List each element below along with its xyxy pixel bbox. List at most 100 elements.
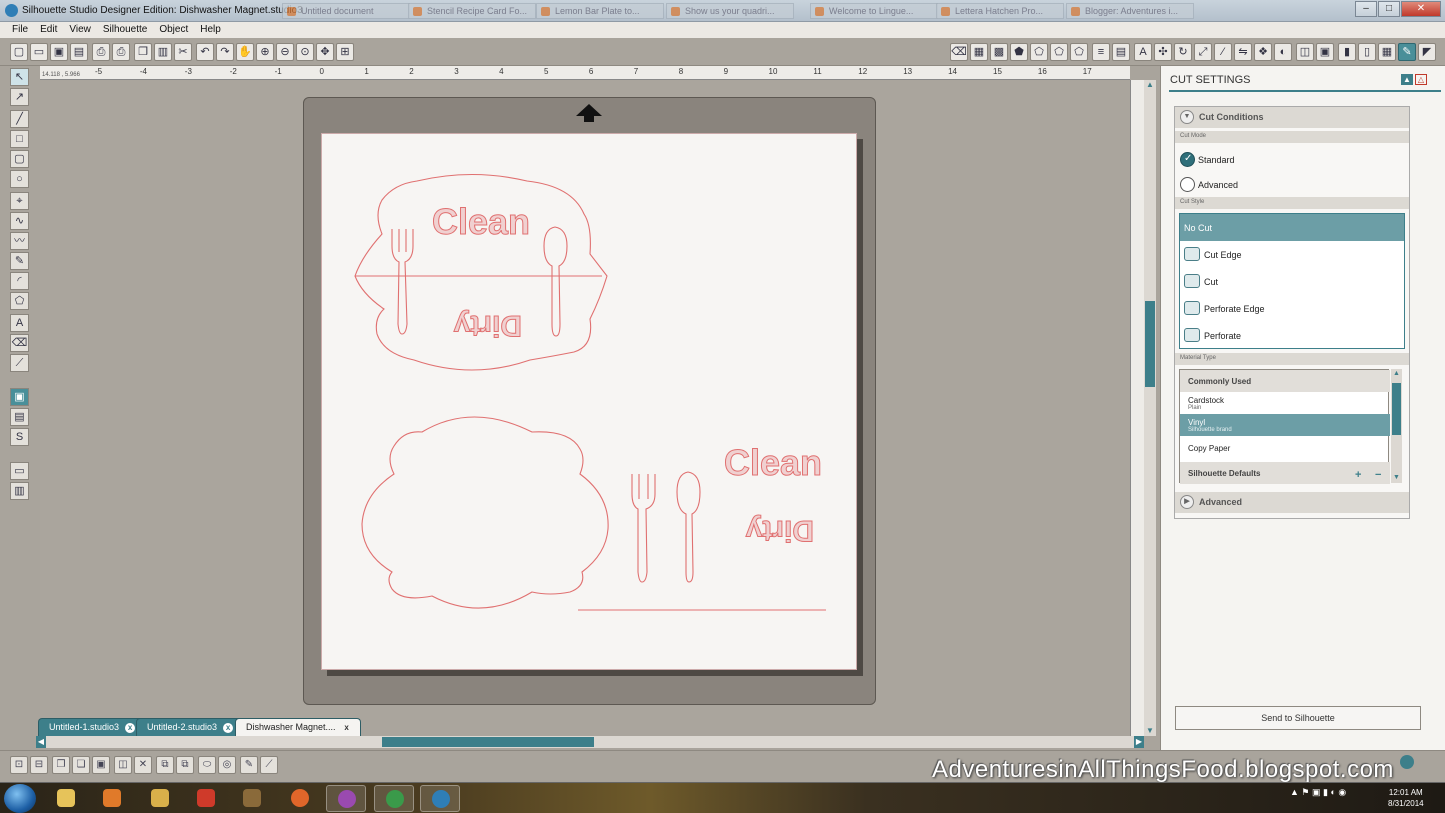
mirror-icon[interactable]: ⇋ <box>1234 43 1252 61</box>
zoom-out-icon[interactable]: ⊖ <box>276 43 294 61</box>
release-compound-icon[interactable]: ◫ <box>114 756 132 774</box>
send-back-icon[interactable]: ⧉ <box>176 756 194 774</box>
fill-color-icon[interactable]: ⬟ <box>1010 43 1028 61</box>
design-grid-icon[interactable]: ▦ <box>1378 43 1396 61</box>
store-taskbar-icon[interactable] <box>186 785 226 812</box>
text-tool-icon[interactable]: A <box>10 314 29 332</box>
advanced-header[interactable]: ▶ Advanced <box>1175 492 1409 513</box>
new-document-icon[interactable]: ▢ <box>10 43 28 61</box>
menu-silhouette[interactable]: Silhouette <box>97 22 153 38</box>
library-book-icon[interactable]: ▤ <box>10 408 29 426</box>
line-style-icon[interactable]: ≡ <box>1092 43 1110 61</box>
vertical-scrollbar[interactable]: ▲ ▼ <box>1144 80 1156 736</box>
polygon-tool-icon[interactable]: ⌖ <box>10 192 29 210</box>
bring-front-icon[interactable]: ⧉ <box>156 756 174 774</box>
eraser-icon[interactable]: ⌫ <box>950 43 968 61</box>
pan-hand-icon[interactable]: ✋ <box>236 43 254 61</box>
text-style-icon[interactable]: A <box>1134 43 1152 61</box>
fit-page-icon[interactable]: ⊞ <box>336 43 354 61</box>
scroll-left-icon[interactable]: ◀ <box>36 736 46 748</box>
knife-bottom-icon[interactable]: ⟋ <box>260 756 278 774</box>
fill-pattern-icon[interactable]: ⬠ <box>1050 43 1068 61</box>
style-cut[interactable]: Cut <box>1180 268 1404 295</box>
windows-start-icon[interactable] <box>4 784 36 813</box>
zoom-in-icon[interactable]: ⊕ <box>256 43 274 61</box>
browser-tab[interactable]: Stencil Recipe Card Fo... <box>408 3 536 19</box>
vertical-scroll-thumb[interactable] <box>1145 301 1155 387</box>
paste-icon[interactable]: ▥ <box>154 43 172 61</box>
save-icon[interactable]: ▣ <box>50 43 68 61</box>
scroll-right-icon[interactable]: ▶ <box>1134 736 1144 748</box>
rounded-rect-tool-icon[interactable]: ▢ <box>10 150 29 168</box>
cut-scissors-icon[interactable]: ✂ <box>174 43 192 61</box>
ellipse-tool-icon[interactable]: ○ <box>10 170 29 188</box>
scale-icon[interactable]: ⤢ <box>1194 43 1212 61</box>
material-vinyl[interactable]: Vinyl Silhouette brand <box>1180 414 1390 436</box>
material-copy-paper[interactable]: Copy Paper <box>1180 440 1390 462</box>
style-perforate[interactable]: Perforate <box>1180 322 1404 349</box>
remove-material-icon[interactable]: − <box>1375 469 1381 481</box>
tab-dishwasher-magnet[interactable]: Dishwasher Magnet.... x <box>235 718 361 736</box>
material-scroll-up-icon[interactable]: ▲ <box>1391 369 1402 379</box>
gradient-icon[interactable]: ⬠ <box>1030 43 1048 61</box>
shadow-icon[interactable]: ▤ <box>1112 43 1130 61</box>
weld-icon[interactable]: ⬭ <box>198 756 216 774</box>
radio-unchecked-icon[interactable] <box>1180 177 1195 192</box>
firefox-taskbar-icon[interactable] <box>280 785 320 812</box>
line-tool-icon[interactable]: ╱ <box>10 110 29 128</box>
cut-settings-icon[interactable]: ✎ <box>1398 43 1416 61</box>
silhouette-taskbar-icon[interactable] <box>420 785 460 812</box>
browser-tab[interactable]: Show us your quadri... <box>666 3 794 19</box>
close-tab-icon[interactable]: x <box>223 723 234 733</box>
store-icon[interactable]: ▯ <box>1358 43 1376 61</box>
style-cut-edge[interactable]: Cut Edge <box>1180 241 1404 268</box>
browser-tab[interactable]: Welcome to Lingue... <box>810 3 938 19</box>
design-artwork[interactable]: Clean Dirty Clean Dirty <box>322 134 858 671</box>
replicate-icon[interactable]: ❖ <box>1254 43 1272 61</box>
chrome-taskbar-icon[interactable] <box>374 785 414 812</box>
knife-tool-icon[interactable]: ⟋ <box>10 354 29 372</box>
show-mat-icon[interactable]: ▣ <box>10 388 29 406</box>
zoom-select-icon[interactable]: ⊙ <box>296 43 314 61</box>
offset-bottom-icon[interactable]: ◎ <box>218 756 236 774</box>
curve-tool-icon[interactable]: ∿ <box>10 212 29 230</box>
undo-icon[interactable]: ↶ <box>196 43 214 61</box>
send-to-silhouette-button[interactable]: Send to Silhouette <box>1175 706 1421 730</box>
settings-gear-icon[interactable] <box>1400 755 1414 769</box>
grid-icon[interactable]: ▩ <box>990 43 1008 61</box>
compound-path-icon[interactable]: ▣ <box>92 756 110 774</box>
tab-untitled-2[interactable]: Untitled-2.studio3 x <box>136 718 243 736</box>
taskbar-clock[interactable]: 12:01 AM 8/31/2014 <box>1388 787 1424 809</box>
scroll-up-icon[interactable]: ▲ <box>1144 80 1156 90</box>
explorer-taskbar-icon[interactable] <box>46 785 86 812</box>
library-icon[interactable]: ▮ <box>1338 43 1356 61</box>
send-icon[interactable]: ◤ <box>1418 43 1436 61</box>
style-perforate-edge[interactable]: Perforate Edge <box>1180 295 1404 322</box>
rotate-icon[interactable]: ↻ <box>1174 43 1192 61</box>
trace-bottom-icon[interactable]: ✎ <box>240 756 258 774</box>
deselect-icon[interactable]: ⊟ <box>30 756 48 774</box>
close-window-button[interactable]: ✕ <box>1401 1 1441 17</box>
add-material-icon[interactable]: + <box>1355 469 1361 481</box>
group-icon[interactable]: ❐ <box>52 756 70 774</box>
menu-view[interactable]: View <box>63 22 97 38</box>
menu-object[interactable]: Object <box>153 22 194 38</box>
app-taskbar-icon[interactable] <box>232 785 272 812</box>
folder-taskbar-icon[interactable] <box>140 785 180 812</box>
collapse-chevron-icon[interactable]: ▼ <box>1180 110 1194 124</box>
browser-tab[interactable]: Blogger: Adventures i... <box>1066 3 1194 19</box>
copy-icon[interactable]: ❐ <box>134 43 152 61</box>
select-tool-icon[interactable]: ↖ <box>10 68 29 86</box>
edit-points-icon[interactable]: ↗ <box>10 88 29 106</box>
offset-icon[interactable]: ◫ <box>1296 43 1314 61</box>
menu-edit[interactable]: Edit <box>34 22 63 38</box>
minimize-button[interactable]: – <box>1355 1 1377 17</box>
radio-checked-icon[interactable] <box>1180 152 1195 167</box>
smooth-freehand-icon[interactable]: ✎ <box>10 252 29 270</box>
redo-icon[interactable]: ↷ <box>216 43 234 61</box>
modify-icon[interactable]: ◐ <box>1274 43 1292 61</box>
menu-help[interactable]: Help <box>194 22 227 38</box>
maximize-button[interactable]: □ <box>1378 1 1400 17</box>
panel-warning-icon[interactable]: △ <box>1415 74 1427 85</box>
material-scroll-down-icon[interactable]: ▼ <box>1391 473 1402 483</box>
